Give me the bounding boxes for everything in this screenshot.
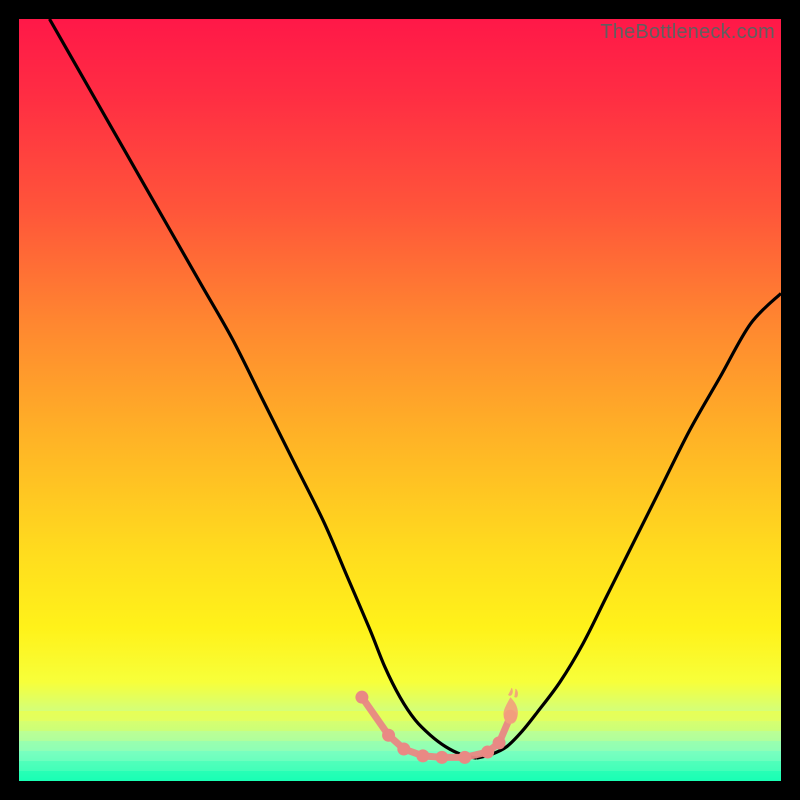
data-point [382,729,395,742]
data-point [481,746,494,759]
chart-frame: TheBottleneck.com [19,19,781,781]
data-point [416,749,429,762]
data-point [458,751,471,764]
data-point [493,736,506,749]
data-point [355,691,368,704]
data-point [397,742,410,755]
chart-svg [19,19,781,781]
data-point [435,751,448,764]
watermark-text: TheBottleneck.com [600,21,775,44]
gradient-background [19,19,781,781]
